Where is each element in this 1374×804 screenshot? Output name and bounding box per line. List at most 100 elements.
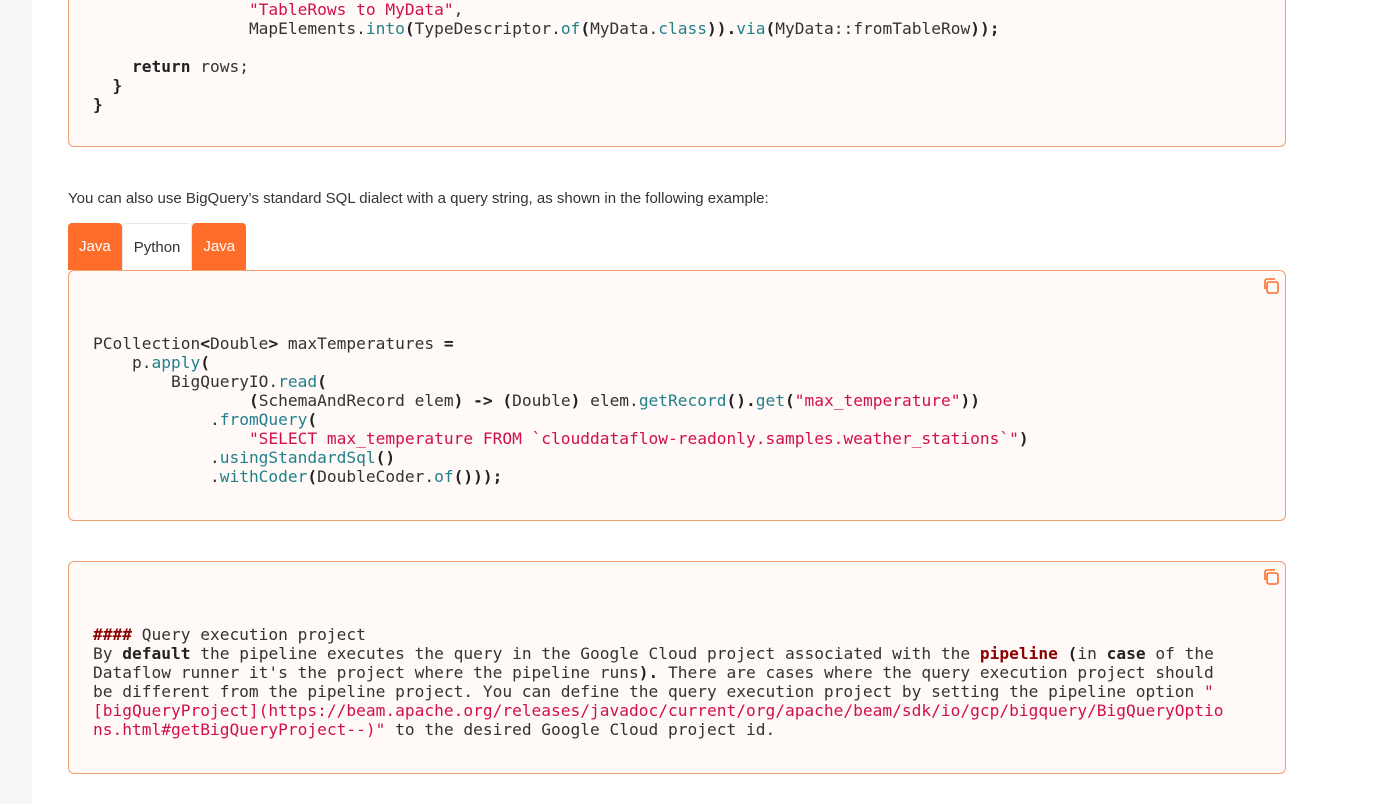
code-token: <	[200, 334, 210, 353]
code-token: "TableRows to MyData"	[248, 0, 454, 19]
tab-python[interactable]: Python	[121, 223, 193, 270]
code-block-1-line: "TableRows to MyData",	[93, 0, 463, 19]
code-token: in	[1077, 644, 1107, 663]
code-block-3-text: #### Query execution project By default …	[93, 625, 1224, 739]
code-block-3-line: By default the pipeline executes the que…	[93, 644, 1214, 663]
code-token: of	[560, 19, 581, 38]
code-block-2-text: PCollection<Double> maxTemperatures = p.…	[93, 334, 1029, 486]
code-token: MyData.	[590, 19, 659, 38]
code-token: of the	[1145, 644, 1214, 663]
code-token: )).	[707, 19, 737, 38]
code-token: Double	[209, 334, 269, 353]
code-token: into	[365, 19, 405, 38]
code-token: }	[93, 95, 103, 114]
code-token: PCollection	[93, 334, 201, 353]
code-token: to the desired Google Cloud project id.	[385, 720, 776, 739]
code-token: of	[434, 467, 454, 486]
code-token: .	[209, 467, 220, 486]
code-token: rows;	[190, 57, 249, 76]
code-block-3: #### Query execution project By default …	[68, 561, 1286, 774]
code-token: ));	[970, 19, 1000, 38]
code-token: Dataflow runner it's the project where t…	[93, 663, 639, 682]
code-block-3-line: Dataflow runner it's the project where t…	[93, 663, 1214, 682]
code-token: (	[404, 19, 415, 38]
code-token: the pipeline executes the query in the G…	[190, 644, 980, 663]
code-token: usingStandardSql	[219, 448, 376, 467]
code-token: TypeDescriptor.	[414, 19, 561, 38]
code-token: get	[755, 391, 786, 410]
code-block-2: PCollection<Double> maxTemperatures = p.…	[68, 270, 1286, 521]
code-token: fromQuery	[219, 410, 308, 429]
copy-icon[interactable]	[1262, 277, 1280, 295]
code-block-2-line: .usingStandardSql()	[93, 448, 395, 467]
code-token: ) -> (	[453, 391, 513, 410]
code-token: .	[209, 410, 220, 429]
code-block-2-line: (SchemaAndRecord elem) -> (Double) elem.…	[93, 391, 980, 410]
code-token: (	[307, 467, 318, 486]
code-block-3-line: [bigQueryProject](https://beam.apache.or…	[93, 701, 1224, 720]
code-block-1-text: "TableRows to MyData", MapElements.into(…	[93, 0, 999, 114]
code-token: maxTemperatures	[278, 334, 444, 353]
code-block-2-line: .withCoder(DoubleCoder.of()));	[93, 467, 502, 486]
code-token: (	[765, 19, 776, 38]
code-block-2-line: BigQueryIO.read(	[93, 372, 327, 391]
code-token: .	[209, 448, 220, 467]
code-token: read	[278, 372, 318, 391]
code-token: pipeline	[979, 644, 1058, 663]
code-block-1-line: return rows;	[93, 57, 249, 76]
code-token: (	[580, 19, 591, 38]
code-token: elem.	[580, 391, 639, 410]
code-block-1-line: }	[93, 76, 123, 95]
code-token: withCoder	[219, 467, 308, 486]
code-token: be different from the pipeline project. …	[93, 682, 1205, 701]
tab-java-2[interactable]: Java	[192, 223, 247, 270]
code-token: (	[785, 391, 795, 410]
code-token: case	[1106, 644, 1146, 663]
code-block-1-line: }	[93, 95, 103, 114]
language-tabs: Java Python Java	[68, 223, 247, 270]
tab-java[interactable]: Java	[68, 223, 122, 270]
code-token: ns.html#getBigQueryProject--)"	[93, 720, 386, 739]
code-token: MapElements.	[248, 19, 366, 38]
code-token: BigQueryIO.	[170, 372, 279, 391]
code-token: (	[1057, 644, 1078, 663]
code-token: Double	[512, 391, 571, 410]
code-token: SchemaAndRecord elem	[258, 391, 454, 410]
code-block-2-line: PCollection<Double> maxTemperatures =	[93, 334, 454, 353]
code-token: "SELECT max_temperature FROM `clouddataf…	[248, 429, 1019, 448]
code-block-1-line: MapElements.into(TypeDescriptor.of(MyDat…	[93, 19, 1000, 38]
code-block-2-line: p.apply(	[93, 353, 210, 372]
code-token: }	[112, 76, 123, 95]
code-token: ()	[375, 448, 396, 467]
intro-paragraph: You can also use BigQuery’s standard SQL…	[68, 190, 769, 207]
code-token: ,	[453, 0, 464, 19]
code-token: MyData::fromTableRow	[775, 19, 971, 38]
code-token: By	[93, 644, 123, 663]
left-rail	[0, 0, 32, 804]
code-token: (	[248, 391, 259, 410]
code-token: There are cases where the query executio…	[658, 663, 1214, 682]
code-token: )	[1018, 429, 1029, 448]
code-token: (	[317, 372, 327, 391]
copy-icon[interactable]	[1262, 568, 1280, 586]
code-token: "max_temperature"	[794, 391, 961, 410]
code-token: ().	[726, 391, 756, 410]
code-token: ))	[960, 391, 980, 410]
code-token: ()));	[453, 467, 503, 486]
code-token: =	[443, 334, 454, 353]
code-token: ####	[93, 625, 132, 644]
code-block-3-line: #### Query execution project	[93, 625, 366, 644]
code-token: "	[1204, 682, 1214, 701]
code-block-3-line: ns.html#getBigQueryProject--)" to the de…	[93, 720, 775, 739]
code-token: DoubleCoder.	[317, 467, 435, 486]
code-token: (	[307, 410, 318, 429]
code-block-1: "TableRows to MyData", MapElements.into(…	[68, 0, 1286, 147]
code-token: return	[131, 57, 191, 76]
code-token: )	[570, 391, 581, 410]
code-block-2-line: "SELECT max_temperature FROM `clouddataf…	[93, 429, 1029, 448]
code-token: apply	[151, 353, 201, 372]
code-token: >	[268, 334, 279, 353]
code-token: [bigQueryProject](https://beam.apache.or…	[93, 701, 1224, 720]
code-token: class	[658, 19, 708, 38]
code-token: getRecord	[638, 391, 727, 410]
